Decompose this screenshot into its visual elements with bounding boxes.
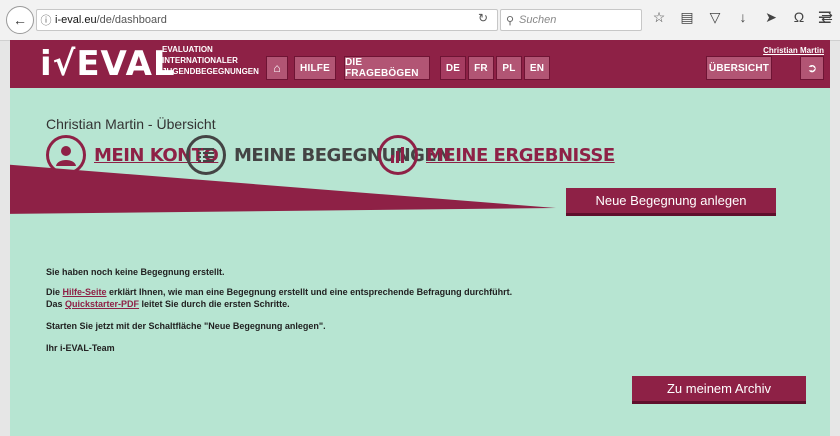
info-icon[interactable]: ⓘ [37,12,55,28]
browser-toolbar: ← ⓘ i-eval.eu/de/dashboard ↻ ⚲ Suchen ☆ … [0,0,840,41]
message-line-3: Das Quickstarter-PDF leitet Sie durch di… [46,299,290,309]
message-signature: Ihr i-EVAL-Team [46,343,115,353]
back-arrow-icon[interactable]: ← [6,6,34,34]
home-button[interactable]: ⌂ [266,56,288,80]
reading-list-icon[interactable]: ▤ [678,9,696,26]
main-content: Christian Martin - Übersicht MEIN KONTO … [10,88,830,436]
search-input[interactable]: ⚲ Suchen [500,9,642,31]
address-bar[interactable]: ⓘ i-eval.eu/de/dashboard [36,9,498,31]
callout-arrow [10,164,556,214]
extension-icon[interactable]: Ω [790,9,808,26]
url-text: i-eval.eu/de/dashboard [55,14,167,26]
lang-de-button[interactable]: DE [440,56,466,80]
search-icon: ⚲ [505,14,515,27]
send-icon[interactable]: ➤ [762,9,780,26]
page-title: Christian Martin - Übersicht [46,116,216,132]
message-line-4: Starten Sie jetzt mit der Schaltfläche "… [46,321,326,331]
message-line-1: Sie haben noch keine Begegnung erstellt. [46,267,225,277]
overview-button[interactable]: ÜBERSICHT [706,56,772,80]
bookmark-star-icon[interactable]: ☆ [650,9,668,26]
home-icon: ⌂ [273,61,281,75]
logout-icon: ➲ [806,61,818,75]
search-placeholder: Suchen [519,14,557,26]
quickstarter-pdf-link[interactable]: Quickstarter-PDF [65,299,139,309]
toolbar-icons: ☆ ▤ ▽ ↓ ➤ Ω ⇄ [650,9,836,26]
lang-en-button[interactable]: EN [524,56,550,80]
logo-subtitle: EVALUATION INTERNATIONALER JUGENDBEGEGNU… [162,45,259,76]
message-line-2: Die Hilfe-Seite erklärt Ihnen, wie man e… [46,287,513,297]
user-name-link[interactable]: Christian Martin [763,46,824,55]
pocket-icon[interactable]: ▽ [706,9,724,26]
help-page-link[interactable]: Hilfe-Seite [63,287,107,297]
logo[interactable]: i√EVAL [40,44,176,84]
site-header: i√EVAL EVALUATION INTERNATIONALER JUGEND… [10,40,830,88]
nav-hilfe-button[interactable]: HILFE [294,56,336,80]
reload-icon[interactable]: ↻ [478,11,488,25]
new-encounter-button[interactable]: Neue Begegnung anlegen [566,188,776,216]
lang-pl-button[interactable]: PL [496,56,522,80]
download-icon[interactable]: ↓ [734,9,752,26]
nav-frageboegen-button[interactable]: DIE FRAGEBÖGEN [344,56,430,80]
lang-fr-button[interactable]: FR [468,56,494,80]
archive-button[interactable]: Zu meinem Archiv [632,376,806,404]
logout-button[interactable]: ➲ [800,56,824,80]
menu-icon[interactable]: ☰ [818,8,832,28]
